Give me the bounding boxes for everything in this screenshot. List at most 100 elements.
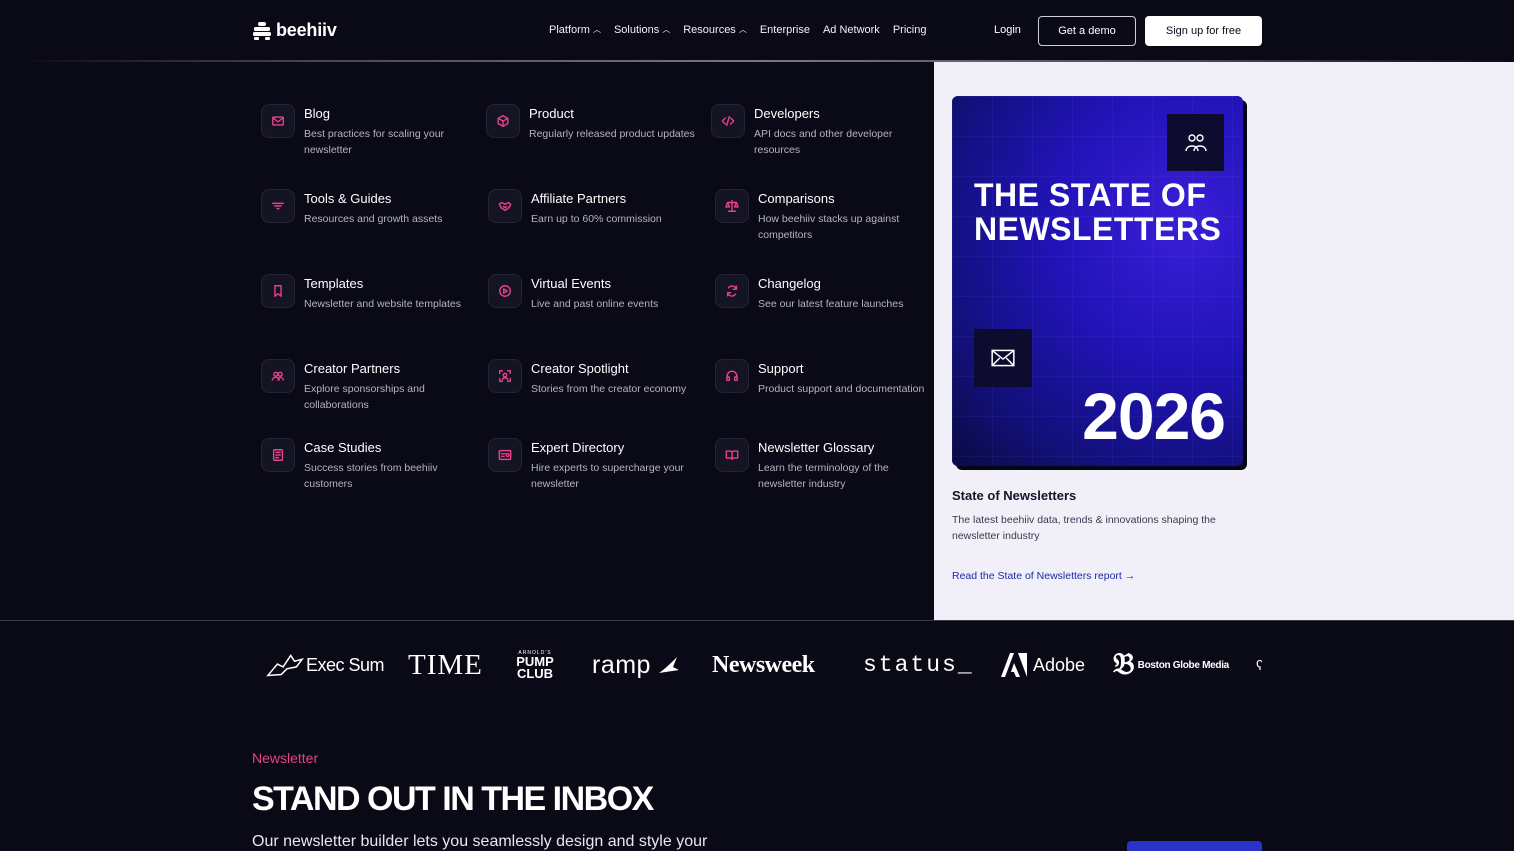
logo-newsweek: Newsweek — [712, 651, 815, 678]
nav-label: Pricing — [892, 24, 927, 36]
users-icon — [261, 359, 295, 393]
logo-pump-club: ARNOLD'S PUMP CLUB — [506, 640, 564, 690]
logo-ramp: ramp — [592, 640, 681, 690]
menu-item-desc: See our latest feature launches — [758, 298, 904, 310]
cover-year: 2026 — [1082, 379, 1226, 453]
nav-label: Resources — [683, 24, 736, 36]
nav-resources[interactable]: Resources ︿ — [683, 24, 747, 36]
refresh-icon — [715, 274, 749, 308]
book-icon — [715, 438, 749, 472]
play-icon — [488, 274, 522, 308]
bee-logo-icon — [253, 21, 271, 40]
menu-item-title: Newsletter Glossary — [758, 440, 875, 455]
nav-label: Enterprise — [759, 24, 810, 36]
bookmark-icon — [261, 274, 295, 308]
nav-pricing[interactable]: Pricing — [893, 24, 927, 36]
menu-item-title: Developers — [754, 106, 820, 121]
handshake-icon — [488, 189, 522, 223]
menu-item-desc: Best practices for scaling your newslett… — [304, 128, 445, 156]
promo-heading: State of Newsletters — [952, 488, 1077, 503]
document-icon — [261, 438, 295, 472]
menu-item-desc: Hire experts to supercharge your newslet… — [531, 462, 684, 490]
signup-button[interactable]: Sign up for free — [1145, 16, 1262, 46]
menu-item-desc: API docs and other developer resources — [754, 128, 893, 156]
menu-item-title: Virtual Events — [531, 276, 611, 291]
nav-ad-network[interactable]: Ad Network — [823, 24, 880, 36]
menu-item-desc: Newsletter and website templates — [304, 298, 461, 310]
state-of-newsletters-cover[interactable]: THE STATE OF NEWSLETTERS 2026 — [952, 96, 1243, 466]
cta-button[interactable] — [1127, 841, 1262, 851]
get-demo-button[interactable]: Get a demo — [1038, 16, 1136, 46]
logo-status: status_ — [863, 652, 974, 678]
menu-item-desc: Resources and growth assets — [304, 213, 443, 225]
section-subtitle: Our newsletter builder lets you seamless… — [252, 833, 708, 850]
menu-item-title: Creator Partners — [304, 361, 401, 376]
logo-text: Exec Sum — [306, 654, 385, 675]
ramp-swoosh-icon — [658, 657, 679, 673]
nav-label: Ad Network — [822, 24, 880, 36]
scale-icon — [715, 189, 749, 223]
beehiiv-logo[interactable]: beehiiv — [252, 20, 337, 41]
main-nav: Platform ︿ Solutions ︿ Resources ︿ Enterpri… — [549, 24, 926, 36]
login-link[interactable]: Login — [994, 24, 1021, 36]
logo-boston-globe: 𝔅 Boston Globe Media — [1113, 640, 1229, 690]
logo-time: TIME — [408, 648, 483, 681]
menu-item-desc: Success stories from beehiiv customers — [304, 462, 438, 490]
logo-adobe: Adobe — [1001, 640, 1085, 690]
menu-item-title: Support — [758, 361, 804, 376]
menu-item-desc: Learn the terminology of the newsletter … — [758, 462, 889, 490]
menu-item-title: Comparisons — [758, 191, 835, 206]
nav-solutions[interactable]: Solutions ︿ — [614, 24, 670, 36]
filter-icon — [261, 189, 295, 223]
menu-item-desc: How beehiiv stacks up against competitor… — [758, 213, 900, 241]
chevron-up-icon: ︿ — [738, 24, 747, 34]
globe-b-icon: 𝔅 — [1113, 648, 1135, 681]
menu-item-title: Changelog — [758, 276, 821, 291]
logo-text: PUMP CLUB — [516, 654, 554, 681]
logo-partial: ʕ — [1256, 657, 1262, 673]
read-report-link[interactable]: Read the State of Newsletters report → — [952, 570, 1135, 582]
id-card-icon — [488, 438, 522, 472]
nav-label: Solutions — [613, 24, 660, 36]
menu-item-desc: Live and past online events — [531, 298, 659, 310]
menu-item-title: Tools & Guides — [304, 191, 392, 206]
menu-item-desc: Stories from the creator economy — [531, 383, 687, 395]
adobe-icon — [1001, 653, 1027, 677]
section-eyebrow: Newsletter — [252, 750, 319, 766]
menu-item-title: Affiliate Partners — [531, 191, 627, 206]
menu-item-title: Case Studies — [304, 440, 382, 455]
box-icon — [486, 104, 520, 138]
envelope-icon — [974, 329, 1032, 387]
promo-description: The latest beehiiv data, trends & innova… — [952, 514, 1216, 542]
nav-label: Platform — [549, 24, 590, 36]
menu-item-title: Blog — [304, 106, 331, 121]
mail-icon — [261, 104, 295, 138]
site-header: beehiiv Platform ︿ Solutions ︿ Resources ︿ … — [0, 0, 1514, 62]
nav-platform[interactable]: Platform ︿ — [549, 24, 601, 36]
menu-item-title: Creator Spotlight — [531, 361, 629, 376]
logo-text: Adobe — [1033, 654, 1086, 675]
menu-item-title: Templates — [304, 276, 364, 291]
chevron-up-icon: ︿ — [662, 24, 671, 34]
cover-title: THE STATE OF NEWSLETTERS — [974, 177, 1222, 247]
logo-text: beehiiv — [276, 20, 337, 40]
code-icon — [711, 104, 745, 138]
bull-icon — [266, 654, 304, 677]
focus-user-icon — [488, 359, 522, 393]
menu-item-desc: Product support and documentation — [758, 383, 925, 395]
section-title: STAND OUT IN THE INBOX — [252, 780, 654, 818]
menu-item-title: Expert Directory — [531, 440, 625, 455]
nav-enterprise[interactable]: Enterprise — [760, 24, 810, 36]
menu-item-desc: Explore sponsorships and collaborations — [304, 383, 425, 411]
chevron-up-icon: ︿ — [592, 24, 601, 34]
headset-icon — [715, 359, 749, 393]
users-icon — [1167, 114, 1224, 171]
customer-logos: Exec Sum TIME ARNOLD'S PUMP CLUB ramp Ne… — [266, 640, 1262, 690]
menu-divider — [0, 620, 1514, 621]
menu-item-desc: Earn up to 60% commission — [531, 213, 662, 225]
logo-text: Boston Globe Media — [1137, 659, 1230, 671]
logo-text: ramp — [592, 650, 651, 679]
menu-item-desc: Regularly released product updates — [529, 128, 695, 140]
menu-item-title: Product — [529, 106, 574, 121]
logo-execsum: Exec Sum — [266, 640, 385, 690]
